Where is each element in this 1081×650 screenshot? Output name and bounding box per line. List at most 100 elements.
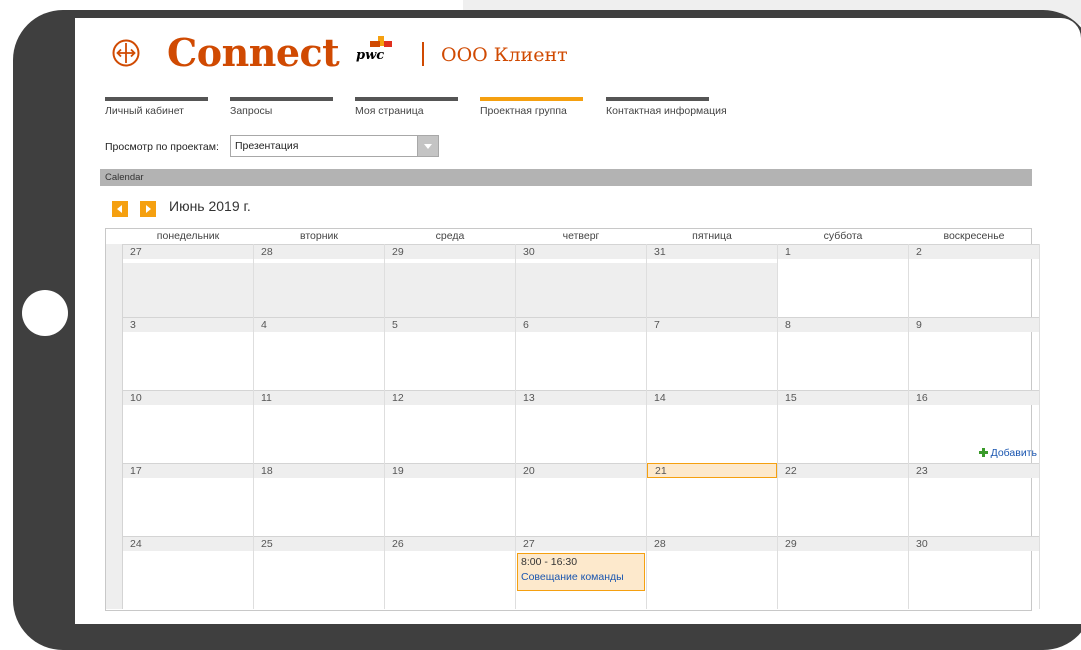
day-body — [516, 336, 646, 390]
day-body — [778, 263, 908, 317]
calendar-day-cell[interactable]: 16 Добавить — [909, 390, 1040, 463]
header-divider — [422, 42, 424, 66]
tab-personal-account[interactable]: Личный кабинет — [105, 97, 208, 117]
tab-my-page[interactable]: Моя страница — [355, 97, 458, 117]
day-body — [647, 555, 777, 609]
day-body — [909, 482, 1039, 536]
day-body — [385, 482, 515, 536]
tab-bar — [105, 97, 208, 101]
event-title[interactable]: Совещание команды — [521, 571, 641, 583]
day-number: 29 — [778, 536, 908, 551]
day-number: 26 — [385, 536, 515, 551]
calendar-day-cell[interactable]: 30 — [909, 536, 1040, 609]
day-number: 11 — [254, 390, 384, 405]
day-number: 25 — [254, 536, 384, 551]
day-body — [516, 482, 646, 536]
calendar-day-cell[interactable]: 29 — [385, 244, 516, 317]
calendar-day-cell[interactable]: 22 — [778, 463, 909, 536]
day-number: 13 — [516, 390, 646, 405]
day-body — [385, 263, 515, 317]
calendar-day-cell[interactable]: 6 — [516, 317, 647, 390]
day-body — [123, 409, 253, 463]
calendar-day-cell[interactable]: 27 8:00 - 16:30 Совещание команды — [516, 536, 647, 609]
calendar-day-cell[interactable]: 5 — [385, 317, 516, 390]
connect-logo-icon — [112, 39, 140, 67]
calendar-day-cell[interactable]: 14 — [647, 390, 778, 463]
calendar-day-cell[interactable]: 11 — [254, 390, 385, 463]
calendar-day-cell[interactable]: 29 — [778, 536, 909, 609]
pwc-logo: pwc — [356, 36, 394, 64]
calendar-day-cell[interactable]: 25 — [254, 536, 385, 609]
day-body — [385, 336, 515, 390]
calendar-day-cell[interactable]: 2 — [909, 244, 1040, 317]
day-number: 17 — [123, 463, 253, 478]
day-number: 28 — [254, 244, 384, 259]
tab-label: Личный кабинет — [105, 105, 184, 117]
calendar-day-cell[interactable]: 18 — [254, 463, 385, 536]
day-body — [909, 263, 1039, 317]
pwc-logo-bar — [370, 41, 380, 47]
tab-requests[interactable]: Запросы — [230, 97, 333, 117]
tab-contact-info[interactable]: Контактная информация — [606, 97, 727, 117]
day-number: 12 — [385, 390, 515, 405]
day-number: 7 — [647, 317, 777, 332]
prev-month-button[interactable] — [112, 201, 128, 217]
calendar-day-cell[interactable]: 9 — [909, 317, 1040, 390]
weekday-label: понедельник — [156, 230, 220, 242]
calendar-day-cell[interactable]: 1 — [778, 244, 909, 317]
home-button[interactable] — [22, 290, 68, 336]
calendar-day-cell[interactable]: 15 — [778, 390, 909, 463]
calendar-day-cell[interactable]: 17 — [123, 463, 254, 536]
week-row-marker — [106, 536, 123, 609]
chevron-down-icon[interactable] — [417, 136, 438, 156]
tab-project-team[interactable]: Проектная группа — [480, 97, 583, 117]
tab-label: Контактная информация — [606, 105, 727, 117]
calendar-day-cell[interactable]: 3 — [123, 317, 254, 390]
calendar-day-cell[interactable]: 20 — [516, 463, 647, 536]
calendar-day-cell[interactable]: 26 — [385, 536, 516, 609]
day-number: 15 — [778, 390, 908, 405]
pwc-logo-bar — [384, 41, 392, 47]
day-body — [778, 409, 908, 463]
day-number: 27 — [123, 244, 253, 259]
calendar-day-cell[interactable]: 12 — [385, 390, 516, 463]
day-number: 30 — [516, 244, 646, 259]
project-select[interactable]: Презентация — [230, 135, 439, 157]
day-number: 29 — [385, 244, 515, 259]
day-number: 22 — [778, 463, 908, 478]
day-body — [516, 263, 646, 317]
calendar-day-cell[interactable]: 30 — [516, 244, 647, 317]
calendar-day-cell[interactable]: 10 — [123, 390, 254, 463]
day-number: 16 — [909, 390, 1039, 405]
calendar-day-cell[interactable]: 31 — [647, 244, 778, 317]
calendar-event[interactable]: 8:00 - 16:30 Совещание команды — [517, 553, 645, 591]
day-body — [123, 555, 253, 609]
day-number: 10 — [123, 390, 253, 405]
calendar-day-cell[interactable]: 28 — [647, 536, 778, 609]
day-number: 18 — [254, 463, 384, 478]
day-body — [254, 482, 384, 536]
calendar-grid: понедельник вторник среда четверг пятница суб… — [105, 228, 1040, 611]
day-body — [254, 263, 384, 317]
day-number: 30 — [909, 536, 1039, 551]
calendar-day-cell[interactable]: 23 — [909, 463, 1040, 536]
calendar-day-cell[interactable]: 21 — [647, 463, 778, 536]
day-body — [516, 409, 646, 463]
calendar-day-cell[interactable]: 27 — [123, 244, 254, 317]
day-number: 19 — [385, 463, 515, 478]
next-month-button[interactable] — [140, 201, 156, 217]
add-event-link[interactable]: Добавить — [978, 447, 1037, 459]
calendar-day-cell[interactable]: 7 — [647, 317, 778, 390]
calendar-day-cell[interactable]: 19 — [385, 463, 516, 536]
calendar-day-cell[interactable]: 8 — [778, 317, 909, 390]
calendar-day-cell[interactable]: 4 — [254, 317, 385, 390]
calendar-day-cell[interactable]: 28 — [254, 244, 385, 317]
day-number: 23 — [909, 463, 1039, 478]
calendar-day-cell[interactable]: 24 — [123, 536, 254, 609]
day-number: 20 — [516, 463, 646, 478]
day-number: 27 — [516, 536, 646, 551]
tab-label: Моя страница — [355, 105, 424, 117]
calendar-day-cell[interactable]: 13 — [516, 390, 647, 463]
day-body — [647, 482, 777, 536]
day-number: 6 — [516, 317, 646, 332]
